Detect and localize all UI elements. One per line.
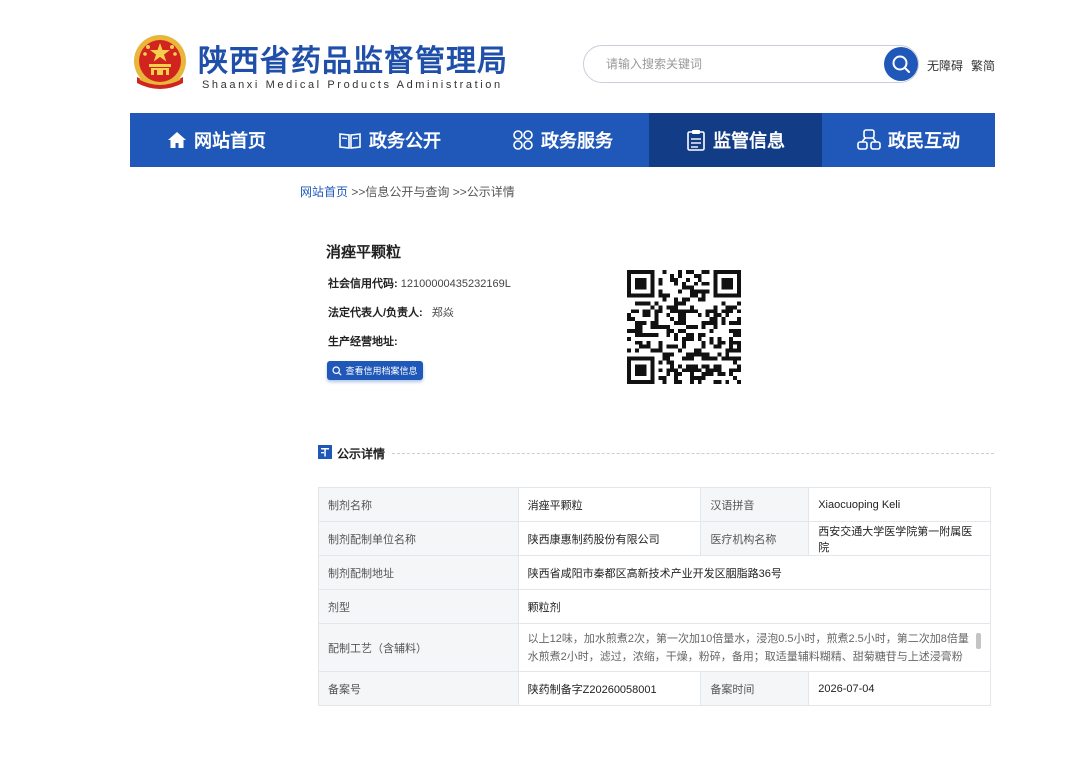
nav-item-label: 政民互动 <box>888 131 960 151</box>
table-row: 制剂名称 消痤平颗粒 汉语拼音 Xiaocuoping Keli <box>318 487 991 522</box>
credit-code-label: 社会信用代码: <box>328 278 398 290</box>
section-title: 公示详情 <box>337 447 386 461</box>
breadcrumb-current: >>公示详情 <box>449 185 515 199</box>
craft-value: 以上12味，加水煎煮2次，第一次加10倍量水，浸泡0.5小时，煎煮2.5小时，第… <box>527 632 969 663</box>
table-row: 制剂配制地址 陕西省咸阳市秦都区高新技术产业开发区胭脂路36号 <box>318 555 992 590</box>
address-label: 生产经营地址: <box>328 336 398 348</box>
record-time-label: 备案时间 <box>700 671 810 706</box>
unit-label: 制剂配制单位名称 <box>318 521 519 556</box>
interaction-icon <box>857 129 881 150</box>
qr-modules <box>627 270 741 384</box>
nav-item-label: 政务公开 <box>369 131 441 151</box>
nav-item-label: 政务服务 <box>541 131 613 151</box>
search-button[interactable] <box>884 47 918 81</box>
address-row: 生产经营地址: <box>328 333 398 349</box>
breadcrumb-info-query-link[interactable]: >>信息公开与查询 <box>348 185 449 199</box>
credit-code-row: 社会信用代码: 12100000435232169L <box>328 275 511 291</box>
section-divider <box>392 453 994 454</box>
document-icon <box>687 130 705 151</box>
prep-name-label: 制剂名称 <box>318 487 519 522</box>
institution-value: 西安交通大学医学院第一附属医院 <box>808 521 991 556</box>
home-icon <box>168 132 186 148</box>
nav-item-supervision-info[interactable]: 监管信息 <box>649 113 822 167</box>
prep-address-value: 陕西省咸阳市秦都区高新技术产业开发区胭脂路36号 <box>517 555 992 590</box>
prep-address-label: 制剂配制地址 <box>318 555 519 590</box>
book-icon <box>339 133 361 149</box>
record-time-value: 2026-07-04 <box>808 671 991 706</box>
national-emblem-logo <box>134 35 186 89</box>
prep-name-value: 消痤平颗粒 <box>517 487 702 522</box>
services-icon <box>513 130 533 150</box>
view-credit-archive-button[interactable]: 查看信用档案信息 <box>327 361 423 380</box>
search-box <box>583 45 919 83</box>
nav-item-label: 网站首页 <box>194 131 266 151</box>
nav-item-government-services[interactable]: 政务服务 <box>476 113 649 167</box>
craft-cell[interactable]: 以上12味，加水煎煮2次，第一次加10倍量水，浸泡0.5小时，煎煮2.5小时，第… <box>517 623 992 672</box>
site-subtitle: Shaanxi Medical Products Administration <box>202 79 503 91</box>
dosage-form-label: 剂型 <box>318 589 519 624</box>
legal-rep-value: 郑焱 <box>431 307 454 319</box>
section-header: 公示详情 <box>318 443 994 461</box>
nav-item-home[interactable]: 网站首页 <box>130 113 303 167</box>
craft-label: 配制工艺（含辅料） <box>318 623 519 672</box>
dosage-form-value: 颗粒剂 <box>517 589 992 624</box>
search-icon <box>332 365 343 376</box>
search-icon <box>892 55 910 73</box>
entity-name: 消痤平颗粒 <box>326 244 402 261</box>
nav-item-label: 监管信息 <box>713 131 785 151</box>
pinyin-label: 汉语拼音 <box>700 487 810 522</box>
record-no-label: 备案号 <box>318 671 519 706</box>
pinyin-value: Xiaocuoping Keli <box>808 487 991 522</box>
site-title: 陕西省药品监督管理局 <box>198 44 508 79</box>
view-credit-archive-label: 查看信用档案信息 <box>345 366 418 376</box>
breadcrumb-home-link[interactable]: 网站首页 <box>300 185 348 199</box>
document-list-icon <box>318 445 332 459</box>
table-row: 制剂配制单位名称 陕西康惠制药股份有限公司 医疗机构名称 西安交通大学医学院第一… <box>318 521 991 556</box>
qr-code <box>627 270 741 384</box>
accessibility-link[interactable]: 无障碍 <box>927 57 963 74</box>
breadcrumb: 网站首页 >>信息公开与查询 >>公示详情 <box>300 183 515 200</box>
search-input[interactable] <box>606 55 876 73</box>
main-nav: 网站首页 政务公开 政务服务 监管信息 政民互动 <box>130 113 995 167</box>
details-table: 制剂名称 消痤平颗粒 汉语拼音 Xiaocuoping Keli 制剂配制单位名… <box>318 487 992 706</box>
table-row: 剂型 颗粒剂 <box>318 589 992 624</box>
nav-item-government-affairs[interactable]: 政务公开 <box>303 113 476 167</box>
nav-item-public-interaction[interactable]: 政民互动 <box>822 113 995 167</box>
legal-rep-label: 法定代表人/负责人: <box>328 307 423 319</box>
institution-label: 医疗机构名称 <box>700 521 810 556</box>
table-row: 配制工艺（含辅料） 以上12味，加水煎煮2次，第一次加10倍量水，浸泡0.5小时… <box>318 623 992 672</box>
craft-scrollbar[interactable] <box>976 633 981 649</box>
language-toggle-link[interactable]: 繁简 <box>971 57 995 74</box>
record-no-value: 陕药制备字Z20260058001 <box>517 671 702 706</box>
legal-rep-row: 法定代表人/负责人: 郑焱 <box>328 304 454 320</box>
unit-value: 陕西康惠制药股份有限公司 <box>517 521 702 556</box>
table-row: 备案号 陕药制备字Z20260058001 备案时间 2026-07-04 <box>318 671 991 706</box>
credit-code-value: 12100000435232169L <box>400 278 511 290</box>
